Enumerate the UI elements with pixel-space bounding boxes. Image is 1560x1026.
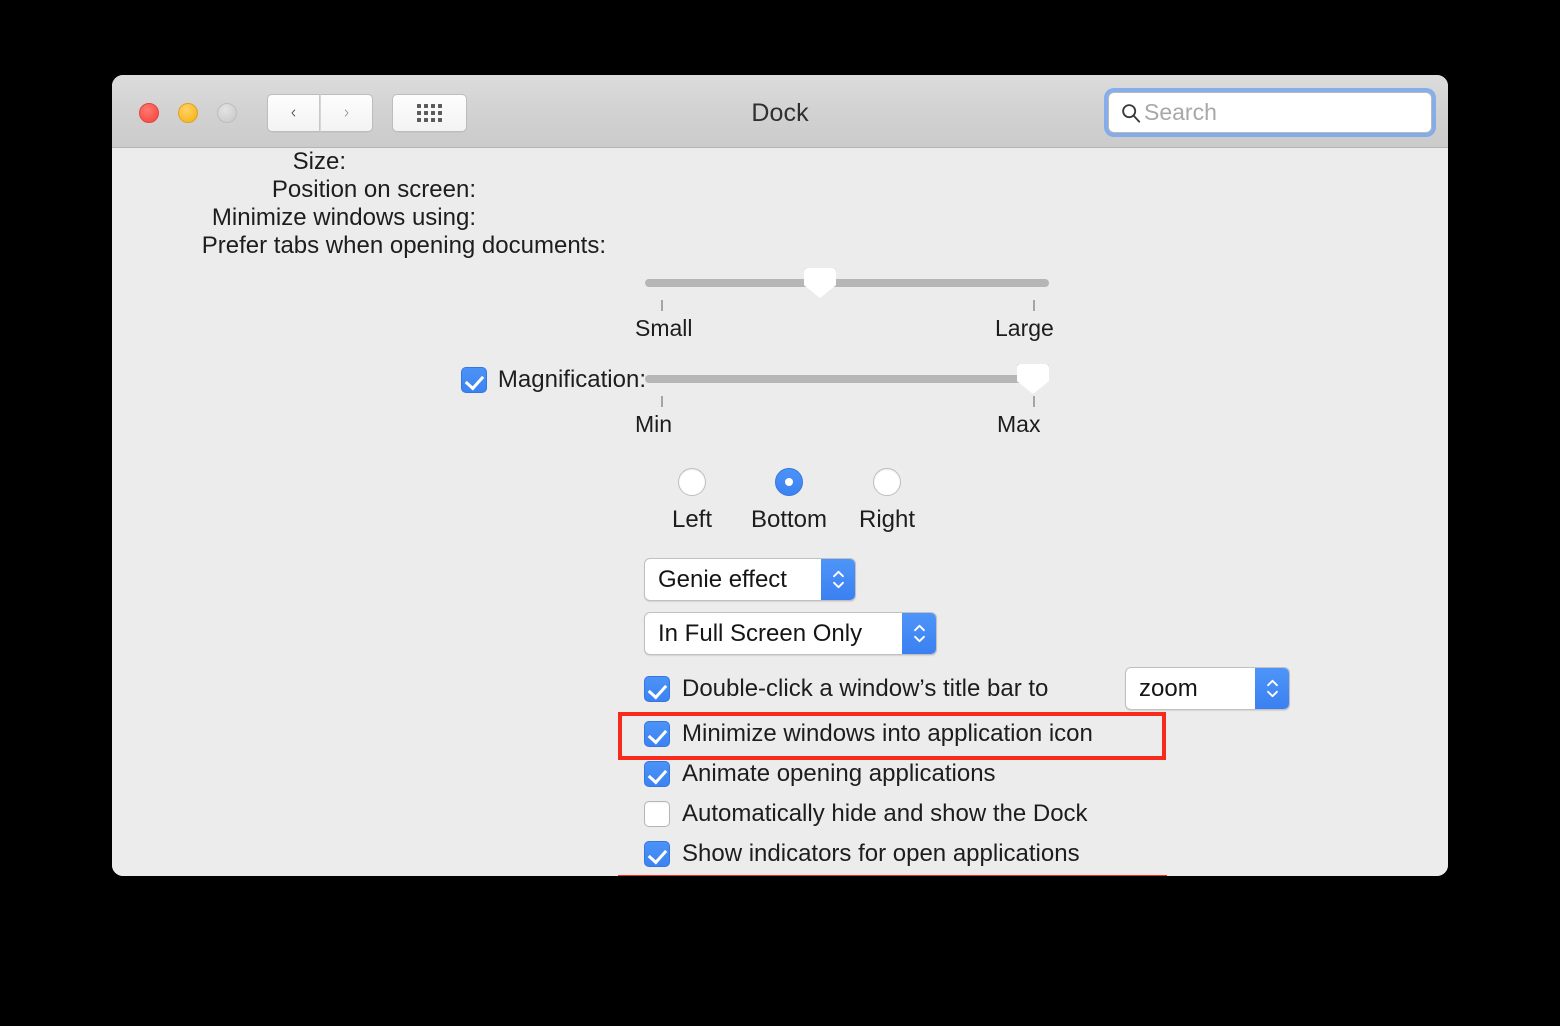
minimize-effect-stepper[interactable]: [821, 559, 855, 600]
radio-left-label: Left: [671, 506, 713, 533]
radio-right[interactable]: [873, 468, 901, 496]
double-click-action-stepper[interactable]: [1255, 668, 1289, 709]
prefer-tabs-stepper[interactable]: [902, 613, 936, 654]
search-icon: [1122, 103, 1141, 123]
position-on-screen-label: Position on screen:: [271, 176, 476, 203]
size-slider-tick-min: [661, 300, 663, 311]
animate-opening-apps-checkbox[interactable]: [644, 761, 670, 787]
magnification-checkbox[interactable]: [460, 367, 487, 393]
minimize-effect-value: Genie effect: [658, 565, 787, 593]
checkbox-row-show-indicators[interactable]: Show indicators for open applications: [644, 837, 1080, 871]
size-slider-tick-max: [1033, 300, 1035, 311]
magnification-slider-tick-max: [1033, 396, 1035, 407]
prefer-tabs-label: Prefer tabs when opening documents:: [201, 232, 606, 259]
magnification-row: Magnification:: [412, 366, 646, 394]
search-placeholder: Search: [1144, 99, 1217, 125]
double-click-action-value: zoom: [1139, 674, 1198, 702]
animate-opening-apps-label: Animate opening applications: [682, 760, 996, 787]
chevron-down-icon: [1266, 690, 1278, 698]
position-option-right[interactable]: Right: [859, 468, 915, 533]
position-option-left[interactable]: Left: [672, 468, 712, 533]
double-click-checkbox[interactable]: [644, 676, 670, 702]
search-field[interactable]: Search: [1108, 92, 1432, 133]
radio-bottom[interactable]: [775, 468, 803, 496]
radio-bottom-label: Bottom: [750, 506, 828, 533]
minimize-effect-label: Minimize windows using:: [211, 204, 476, 231]
minimize-effect-popup[interactable]: Genie effect: [644, 558, 856, 601]
size-slider-track[interactable]: [645, 279, 1049, 287]
chevron-down-icon: [913, 635, 925, 643]
double-click-label: Double-click a window’s title bar to: [682, 675, 1049, 702]
magnification-max-label: Max: [997, 411, 1041, 437]
prefer-tabs-popup[interactable]: In Full Screen Only: [644, 612, 937, 655]
radio-right-label: Right: [858, 506, 916, 533]
minimize-into-app-icon-checkbox[interactable]: [644, 721, 670, 747]
size-label: Size:: [292, 148, 346, 175]
double-click-action-popup[interactable]: zoom: [1125, 667, 1290, 710]
size-slider-thumb[interactable]: [804, 268, 836, 298]
chevron-up-icon: [832, 570, 844, 578]
size-min-label: Small: [635, 315, 693, 341]
prefer-tabs-value: In Full Screen Only: [658, 619, 863, 647]
magnification-min-label: Min: [635, 411, 673, 437]
highlight-box-show-recent-apps: [618, 875, 1167, 876]
minimize-into-app-icon-label: Minimize windows into application icon: [682, 720, 1093, 747]
system-preferences-window: Dock Search Size: Small Large Magnificat…: [112, 75, 1448, 876]
auto-hide-dock-checkbox[interactable]: [644, 801, 670, 827]
checkbox-row-minimize-into-icon[interactable]: Minimize windows into application icon: [644, 717, 1093, 751]
show-indicators-checkbox[interactable]: [644, 841, 670, 867]
show-indicators-label: Show indicators for open applications: [682, 840, 1080, 867]
checkbox-row-auto-hide[interactable]: Automatically hide and show the Dock: [644, 797, 1088, 831]
auto-hide-dock-label: Automatically hide and show the Dock: [682, 800, 1088, 827]
window-toolbar: Dock Search: [112, 75, 1448, 148]
magnification-label: Magnification:: [497, 366, 646, 393]
radio-left[interactable]: [678, 468, 706, 496]
checkbox-row-animate-opening[interactable]: Animate opening applications: [644, 757, 996, 791]
chevron-up-icon: [913, 624, 925, 632]
size-max-label: Large: [995, 315, 1054, 341]
position-option-bottom[interactable]: Bottom: [751, 468, 827, 533]
magnification-slider-thumb[interactable]: [1017, 364, 1049, 394]
magnification-slider-tick-min: [661, 396, 663, 407]
double-click-row[interactable]: Double-click a window’s title bar to: [644, 672, 1048, 706]
chevron-up-icon: [1266, 679, 1278, 687]
magnification-slider-track[interactable]: [645, 375, 1049, 383]
chevron-down-icon: [832, 581, 844, 589]
dock-preferences-pane: Size: Small Large Magnification: Min Max…: [112, 148, 1448, 876]
